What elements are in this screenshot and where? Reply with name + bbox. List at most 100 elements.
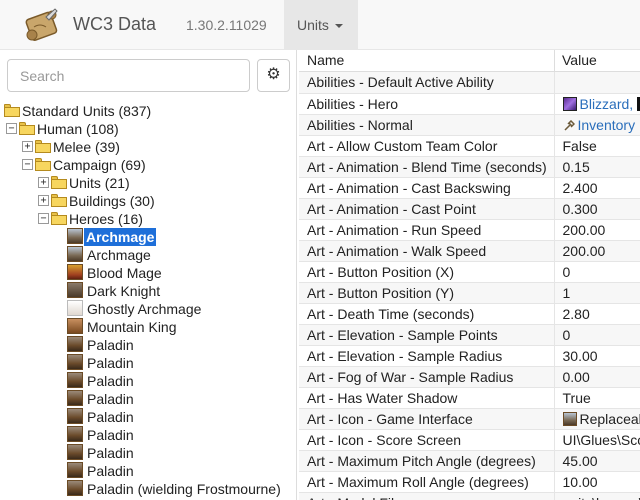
tree-leaf-label: Paladin <box>87 427 134 443</box>
tree-leaf-label: Paladin (wielding Frostmourne) <box>87 481 281 497</box>
mountain-king-icon <box>67 318 83 334</box>
table-row[interactable]: Art - Animation - Cast Backswing 2.400 <box>299 177 640 199</box>
property-value: Blizzard, <box>554 93 640 115</box>
property-name: Art - Animation - Run Speed <box>299 219 555 241</box>
table-row[interactable]: Art - Allow Custom Team Color False <box>299 135 640 157</box>
property-name: Art - Animation - Blend Time (seconds) <box>299 156 555 178</box>
icon-path-value: Replaceal <box>579 410 640 427</box>
property-name: Art - Icon - Game Interface <box>299 408 555 430</box>
left-pane: ⚙ Standard Units (837) − Human (108) + M… <box>0 50 297 500</box>
property-name: Art - Icon - Score Screen <box>299 429 555 451</box>
archmage-icon <box>67 228 83 244</box>
table-row[interactable]: Art - Icon - Game Interface Replaceal <box>299 408 640 430</box>
tree-node-label: Standard Units (837) <box>22 103 152 119</box>
table-row[interactable]: Art - Button Position (Y) 1 <box>299 282 640 304</box>
collapse-icon[interactable]: − <box>38 213 49 224</box>
folder-open-icon <box>35 158 51 171</box>
name-column-header[interactable]: Name <box>307 50 344 71</box>
scroll-logo-icon[interactable] <box>22 5 62 45</box>
property-value: units\human\ <box>554 492 640 500</box>
settings-button[interactable]: ⚙ <box>257 59 290 92</box>
property-name: Art - Animation - Walk Speed <box>299 240 555 262</box>
version-label: 1.30.2.11029 <box>186 17 267 33</box>
property-name: Abilities - Hero <box>299 93 555 115</box>
table-row[interactable]: Art - Death Time (seconds) 2.80 <box>299 303 640 325</box>
tree-leaf-label: Paladin <box>87 391 134 407</box>
table-header: Name Value <box>299 50 640 72</box>
table-row[interactable]: Art - Animation - Blend Time (seconds) 0.… <box>299 156 640 178</box>
tree-node-label: Human (108) <box>37 121 119 137</box>
folder-open-icon <box>51 212 67 225</box>
ability-link[interactable]: Inventory <box>578 117 636 133</box>
table-row[interactable]: Abilities - Default Active Ability <box>299 72 640 94</box>
table-row[interactable]: Art - Fog of War - Sample Radius 0.00 <box>299 366 640 388</box>
navbar: WC3 Data 1.30.2.11029 Units <box>0 0 640 50</box>
table-row[interactable]: Art - Maximum Pitch Angle (degrees) 45.00 <box>299 450 640 472</box>
table-row[interactable]: Art - Has Water Shadow True <box>299 387 640 409</box>
property-name: Art - Allow Custom Team Color <box>299 135 555 157</box>
search-input[interactable] <box>7 59 250 92</box>
paladin-icon <box>67 408 83 424</box>
archmage-icon <box>562 411 577 426</box>
column-divider[interactable] <box>554 50 555 72</box>
property-name: Art - Maximum Pitch Angle (degrees) <box>299 450 555 472</box>
tree-leaf-label: Archmage <box>84 228 157 246</box>
tree-leaf-label: Mountain King <box>87 319 177 335</box>
folder-open-icon <box>19 122 35 135</box>
folder-icon <box>51 176 67 189</box>
collapse-icon[interactable]: − <box>22 159 33 170</box>
table-row[interactable]: Art - Animation - Walk Speed 200.00 <box>299 240 640 262</box>
table-row[interactable]: Art - Model Fileunits\human\ <box>299 492 640 500</box>
folder-open-icon <box>4 104 20 117</box>
table-row[interactable]: Abilities - Hero Blizzard, <box>299 93 640 115</box>
property-name: Art - Fog of War - Sample Radius <box>299 366 555 388</box>
property-name: Art - Button Position (X) <box>299 261 555 283</box>
paladin-icon <box>67 444 83 460</box>
paladin-icon <box>67 426 83 442</box>
brand-title[interactable]: WC3 Data <box>73 14 156 35</box>
property-value: 0 <box>554 324 640 346</box>
caret-down-icon <box>334 24 343 29</box>
properties-pane: Name Value Abilities - Default Active Ab… <box>299 50 640 500</box>
table-row[interactable]: Art - Maximum Roll Angle (degrees) 10.00 <box>299 471 640 493</box>
paladin-icon <box>67 336 83 352</box>
tree-leaf-label: Paladin <box>87 355 134 371</box>
tree-leaf-label: Archmage <box>87 247 151 263</box>
expand-icon[interactable]: + <box>38 195 49 206</box>
property-name: Art - Maximum Roll Angle (degrees) <box>299 471 555 493</box>
property-name: Art - Elevation - Sample Radius <box>299 345 555 367</box>
collapse-icon[interactable]: − <box>6 123 17 134</box>
property-name: Art - Death Time (seconds) <box>299 303 555 325</box>
tree-leaf-label: Paladin <box>87 409 134 425</box>
ability-link[interactable]: Blizzard, <box>580 96 634 112</box>
table-row[interactable]: Art - Elevation - Sample Points 0 <box>299 324 640 346</box>
expand-icon[interactable]: + <box>22 141 33 152</box>
tree-leaf-label: Paladin <box>87 463 134 479</box>
blizzard-icon <box>562 96 577 111</box>
tree-leaf-label: Paladin <box>87 337 134 353</box>
gear-icon: ⚙ <box>266 66 281 83</box>
tree-node-label: Melee (39) <box>53 139 120 155</box>
property-name: Art - Button Position (Y) <box>299 282 555 304</box>
expand-icon[interactable]: + <box>38 177 49 188</box>
folder-icon <box>51 194 67 207</box>
property-name: Abilities - Normal <box>299 114 555 136</box>
folder-icon <box>35 140 51 153</box>
table-row[interactable]: Art - Animation - Run Speed 200.00 <box>299 219 640 241</box>
property-name: Art - Elevation - Sample Points <box>299 324 555 346</box>
properties-table: Abilities - Default Active Ability Abili… <box>299 72 640 500</box>
units-dropdown[interactable]: Units <box>284 0 358 50</box>
table-row[interactable]: Art - Animation - Cast Point 0.300 <box>299 198 640 220</box>
tree-leaf-label: Paladin <box>87 445 134 461</box>
table-row[interactable]: Art - Icon - Score Screen UI\Glues\Sco <box>299 429 640 451</box>
blood-mage-icon <box>67 264 83 280</box>
units-dropdown-label: Units <box>297 17 329 33</box>
table-row[interactable]: Art - Elevation - Sample Radius 30.00 <box>299 345 640 367</box>
ghostly-archmage-icon <box>67 300 83 316</box>
table-row[interactable]: Art - Button Position (X) 0 <box>299 261 640 283</box>
value-column-header[interactable]: Value <box>562 50 597 71</box>
property-value: 2.80 <box>554 303 640 325</box>
property-value: 45.00 <box>554 450 640 472</box>
table-row[interactable]: Abilities - Normal Inventory <box>299 114 640 136</box>
tree-leaf-label: Blood Mage <box>87 265 162 281</box>
